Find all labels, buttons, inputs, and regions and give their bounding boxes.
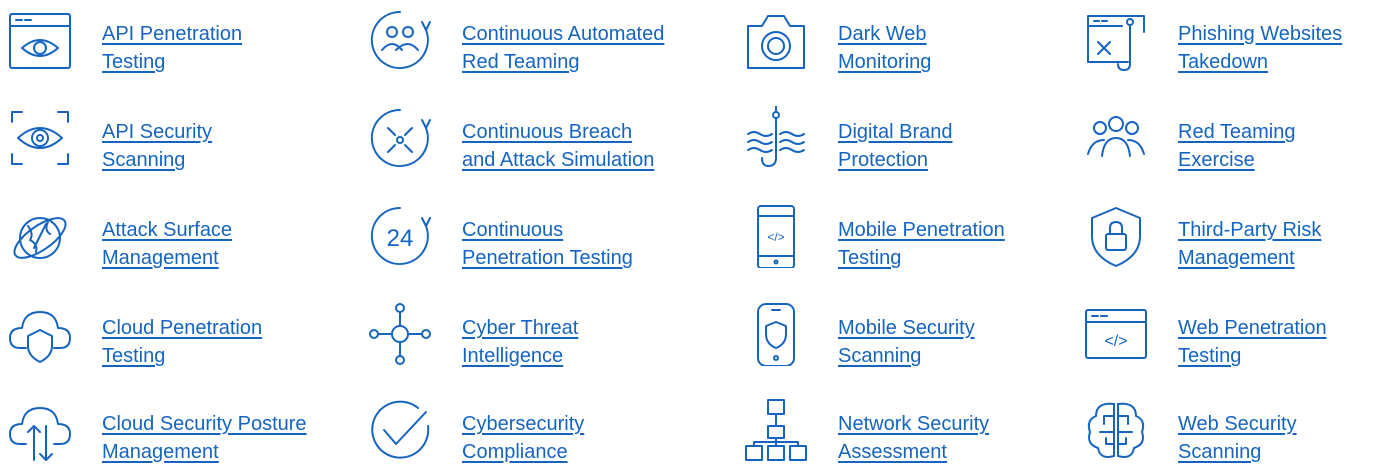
service-link-cloud-security-posture-management[interactable]: Cloud Security Posture Management xyxy=(102,398,307,466)
circuit-brain-icon xyxy=(1084,398,1148,462)
service-item: </> Web Penetration Testing xyxy=(1084,302,1327,370)
service-item: Web Security Scanning xyxy=(1084,398,1297,466)
service-item: Cloud Security Posture Management xyxy=(8,398,307,466)
camera-icon xyxy=(744,8,808,72)
service-item: Continuous Automated Red Teaming xyxy=(368,8,664,76)
service-item: Cloud Penetration Testing xyxy=(8,302,262,370)
service-link-cloud-penetration-testing[interactable]: Cloud Penetration Testing xyxy=(102,302,262,370)
service-item: Red Teaming Exercise xyxy=(1084,106,1295,174)
team-cycle-icon xyxy=(368,8,432,72)
service-item: Dark Web Monitoring xyxy=(744,8,931,76)
service-link-network-security-assessment[interactable]: Network Security Assessment xyxy=(838,398,989,466)
service-link-mobile-security-scanning[interactable]: Mobile Security Scanning xyxy=(838,302,975,370)
service-link-continuous-penetration-testing[interactable]: Continuous Penetration Testing xyxy=(462,204,633,272)
service-item: Phishing Websites Takedown xyxy=(1084,8,1342,76)
mobile-code-icon: </> xyxy=(744,204,808,268)
mobile-shield-icon xyxy=(744,302,808,366)
service-link-third-party-risk-management[interactable]: Third-Party Risk Management xyxy=(1178,204,1321,272)
service-link-mobile-penetration-testing[interactable]: Mobile Penetration Testing xyxy=(838,204,1005,272)
service-item: Digital Brand Protection xyxy=(744,106,953,174)
check-circle-icon xyxy=(368,398,432,462)
service-item: API Penetration Testing xyxy=(8,8,242,76)
services-grid: API Penetration Testing Continuous Autom… xyxy=(0,0,1382,466)
service-link-phishing-websites-takedown[interactable]: Phishing Websites Takedown xyxy=(1178,8,1342,76)
svg-text:</>: </> xyxy=(767,230,784,244)
service-item: Mobile Security Scanning xyxy=(744,302,975,370)
service-link-cyber-threat-intelligence[interactable]: Cyber Threat Intelligence xyxy=(462,302,578,370)
service-link-web-security-scanning[interactable]: Web Security Scanning xyxy=(1178,398,1297,466)
breach-cycle-icon xyxy=(368,106,432,170)
phishing-window-hook-icon xyxy=(1084,8,1148,72)
hook-waves-icon xyxy=(744,106,808,170)
service-item: API Security Scanning xyxy=(8,106,212,174)
globe-orbit-icon xyxy=(8,204,72,268)
service-link-api-security-scanning[interactable]: API Security Scanning xyxy=(102,106,212,174)
service-link-digital-brand-protection[interactable]: Digital Brand Protection xyxy=(838,106,953,174)
shield-lock-icon xyxy=(1084,204,1148,268)
service-link-continuous-breach-and-attack-simulation[interactable]: Continuous Breach and Attack Simulation xyxy=(462,106,654,174)
svg-text:</>: </> xyxy=(1104,333,1127,350)
service-link-dark-web-monitoring[interactable]: Dark Web Monitoring xyxy=(838,8,931,76)
network-node-icon xyxy=(368,302,432,366)
team-icon xyxy=(1084,106,1148,170)
service-item: Network Security Assessment xyxy=(744,398,989,466)
cloud-arrows-icon xyxy=(8,398,72,462)
service-item: Third-Party Risk Management xyxy=(1084,204,1321,272)
service-link-web-penetration-testing[interactable]: Web Penetration Testing xyxy=(1178,302,1327,370)
eye-scan-icon xyxy=(8,106,72,170)
eye-window-icon xyxy=(8,8,72,72)
cloud-shield-icon xyxy=(8,302,72,366)
service-link-attack-surface-management[interactable]: Attack Surface Management xyxy=(102,204,232,272)
clock-24-icon: 24 xyxy=(368,204,432,268)
service-item: Cyber Threat Intelligence xyxy=(368,302,578,370)
service-link-cybersecurity-compliance[interactable]: Cybersecurity Compliance xyxy=(462,398,584,466)
service-item: Attack Surface Management xyxy=(8,204,232,272)
service-item: Cybersecurity Compliance xyxy=(368,398,584,466)
service-item: </> Mobile Penetration Testing xyxy=(744,204,1005,272)
service-link-continuous-automated-red-teaming[interactable]: Continuous Automated Red Teaming xyxy=(462,8,664,76)
code-window-icon: </> xyxy=(1084,302,1148,366)
service-link-red-teaming-exercise[interactable]: Red Teaming Exercise xyxy=(1178,106,1295,174)
service-link-api-penetration-testing[interactable]: API Penetration Testing xyxy=(102,8,242,76)
network-hierarchy-icon xyxy=(744,398,808,462)
svg-text:24: 24 xyxy=(387,225,414,252)
service-item: 24 Continuous Penetration Testing xyxy=(368,204,633,272)
service-item: Continuous Breach and Attack Simulation xyxy=(368,106,654,174)
